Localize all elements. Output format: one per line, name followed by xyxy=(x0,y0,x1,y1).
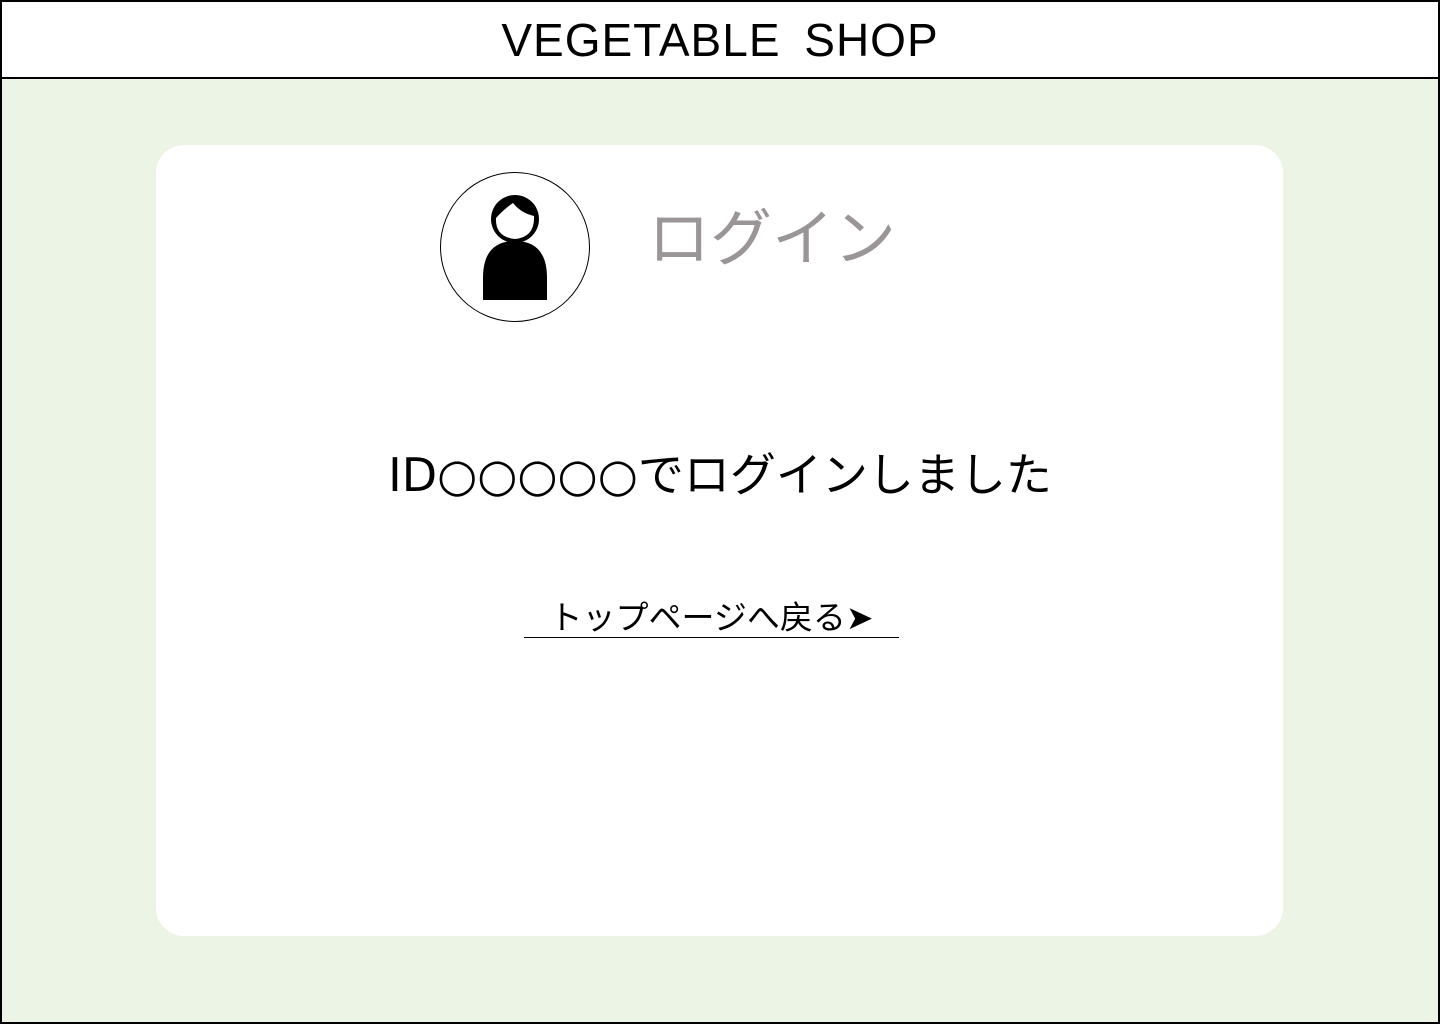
shop-title: VEGETABLE SHOP xyxy=(501,13,939,66)
login-success-message: ID○○○○○でログインしました xyxy=(388,448,1052,502)
login-title: ログイン xyxy=(648,202,897,275)
header-bar: VEGETABLE SHOP xyxy=(0,0,1440,79)
user-icon xyxy=(483,195,547,300)
back-to-top-link[interactable]: トップページへ戻る➤ xyxy=(524,598,899,638)
avatar xyxy=(440,172,590,322)
